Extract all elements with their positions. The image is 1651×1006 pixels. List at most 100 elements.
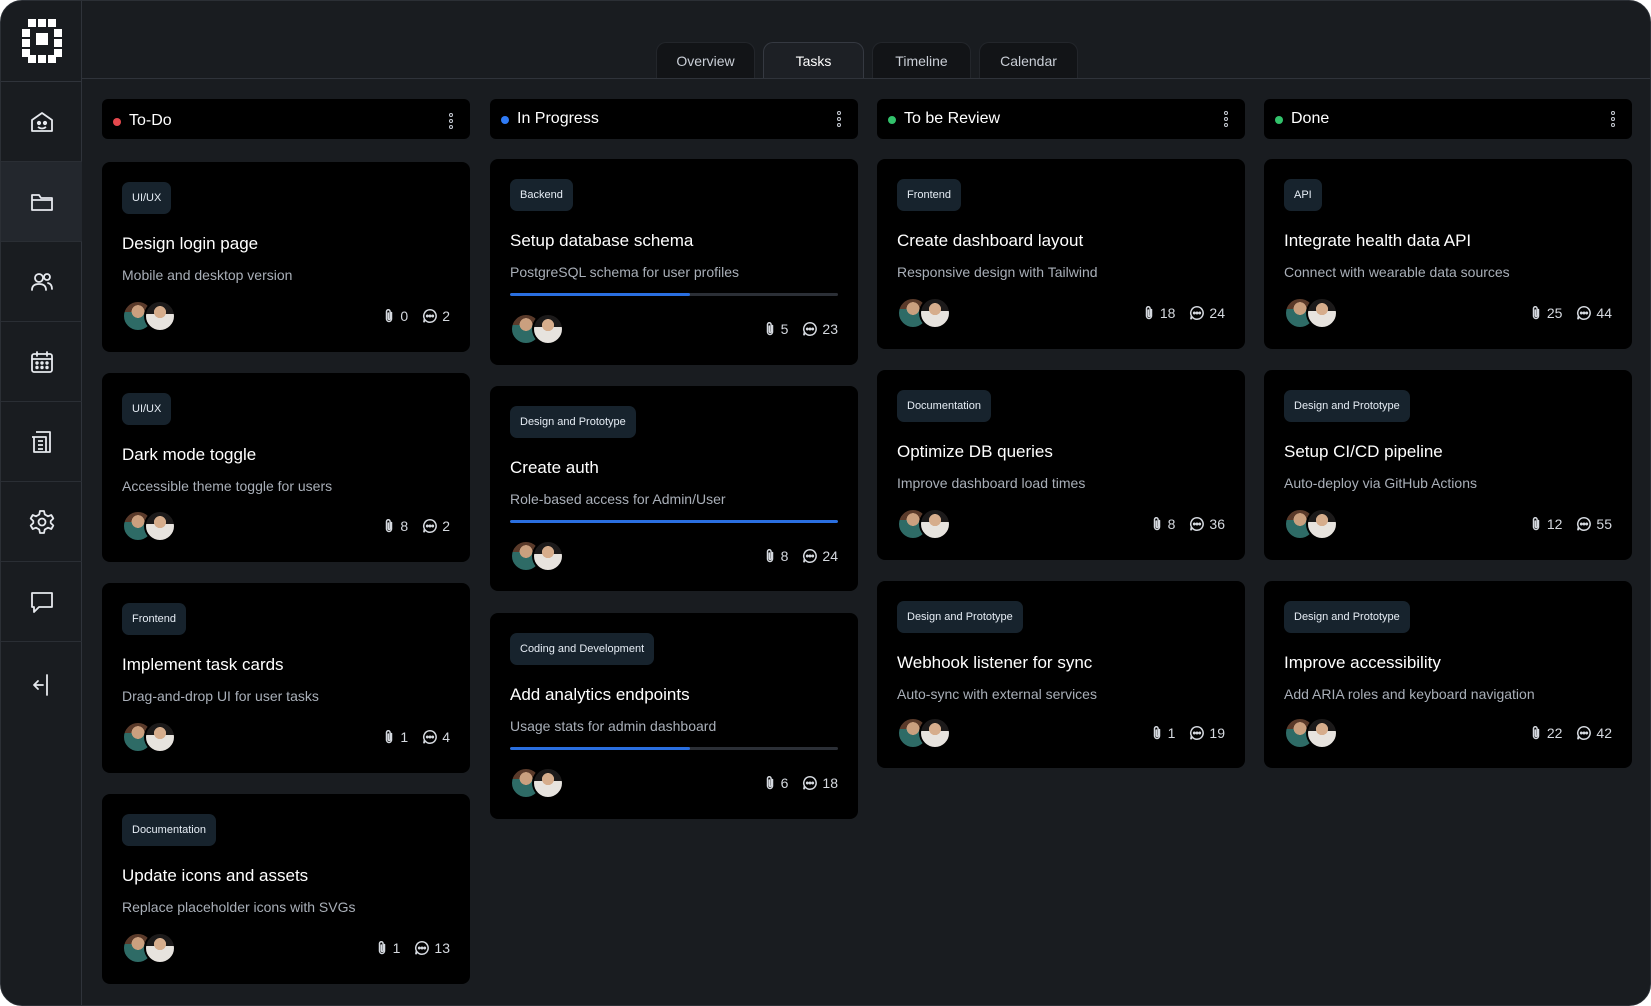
- attachment-count: 8: [780, 548, 789, 564]
- task-stats: 6 18: [763, 773, 838, 793]
- column-title: Done: [1291, 110, 1330, 127]
- task-title: Setup database schema: [510, 231, 694, 250]
- task-title: Dark mode toggle: [122, 445, 257, 464]
- column-menu-button[interactable]: [834, 108, 844, 130]
- sidebar-item-home[interactable]: [1, 82, 82, 162]
- home-icon: [30, 111, 53, 132]
- comment-count: 2: [442, 308, 450, 324]
- comment-icon: [803, 549, 818, 563]
- task-subtitle: Auto-sync with external services: [897, 686, 1097, 702]
- task-subtitle: Mobile and desktop version: [122, 267, 293, 283]
- task-card[interactable]: UI/UX Design login page Mobile and deskt…: [102, 162, 470, 352]
- task-card[interactable]: Design and Prototype Webhook listener fo…: [877, 581, 1245, 768]
- comment-count: 24: [822, 548, 838, 564]
- paperclip-icon: [766, 775, 773, 790]
- attachment-count: 12: [1546, 516, 1563, 532]
- task-tag: Design and Prototype: [1284, 390, 1410, 422]
- avatar: [919, 297, 951, 329]
- avatar: [532, 767, 564, 799]
- task-subtitle: Auto-deploy via GitHub Actions: [1284, 475, 1477, 491]
- comment-icon: [415, 941, 430, 955]
- column-menu-button[interactable]: [1221, 108, 1231, 130]
- assignees: [122, 932, 178, 964]
- tab-overview[interactable]: Overview: [656, 42, 755, 78]
- task-stats: 5 23: [763, 319, 838, 339]
- task-card[interactable]: Design and Prototype Create auth Role-ba…: [490, 386, 858, 591]
- progress-bar: [510, 747, 838, 750]
- collapse-sidebar-button[interactable]: [1, 641, 82, 729]
- avatar: [919, 508, 951, 540]
- task-title: Create auth: [510, 458, 599, 477]
- avatar: [1306, 297, 1338, 329]
- paperclip-icon: [1532, 516, 1540, 531]
- assignees: [510, 313, 566, 345]
- attachment-count: 1: [1167, 725, 1176, 741]
- assignees: [122, 510, 178, 542]
- tab-timeline[interactable]: Timeline: [872, 42, 971, 78]
- task-title: Improve accessibility: [1284, 653, 1441, 672]
- comment-count: 13: [434, 940, 450, 956]
- task-subtitle: Responsive design with Tailwind: [897, 264, 1098, 280]
- task-tag: Documentation: [897, 390, 991, 422]
- progress-fill: [510, 520, 838, 523]
- comment-icon: [1190, 726, 1205, 740]
- task-tag: Documentation: [122, 814, 216, 846]
- progress-fill: [510, 293, 691, 296]
- assignees: [1284, 297, 1340, 329]
- task-stats: 8 24: [763, 546, 838, 566]
- task-title: Update icons and assets: [122, 866, 309, 885]
- sidebar-item-documents[interactable]: [1, 402, 82, 482]
- sidebar-item-calendar[interactable]: [1, 322, 82, 402]
- task-card[interactable]: Frontend Create dashboard layout Respons…: [877, 159, 1245, 349]
- task-tag: API: [1284, 179, 1322, 211]
- comment-icon: [423, 309, 438, 323]
- assignees: [1284, 508, 1340, 540]
- task-subtitle: Drag-and-drop UI for user tasks: [122, 688, 319, 704]
- task-stats: 1 19: [1150, 723, 1225, 743]
- task-card[interactable]: API Integrate health data API Connect wi…: [1264, 159, 1632, 349]
- task-subtitle: Accessible theme toggle for users: [122, 478, 333, 494]
- column-header: To be Review: [877, 99, 1245, 139]
- comment-count: 23: [822, 321, 838, 337]
- sidebar-item-team[interactable]: [1, 242, 82, 322]
- sidebar-item-messages[interactable]: [1, 562, 82, 642]
- chat-icon: [30, 591, 53, 613]
- task-stats: 22 42: [1529, 723, 1612, 743]
- tab-calendar[interactable]: Calendar: [979, 42, 1078, 78]
- task-stats: 8 2: [382, 516, 450, 536]
- attachment-count: 5: [780, 321, 789, 337]
- column-menu-button[interactable]: [446, 110, 456, 132]
- task-card[interactable]: UI/UX Dark mode toggle Accessible theme …: [102, 373, 470, 562]
- avatar: [532, 540, 564, 572]
- task-card[interactable]: Documentation Update icons and assets Re…: [102, 794, 470, 984]
- task-card[interactable]: Backend Setup database schema PostgreSQL…: [490, 159, 858, 365]
- task-card[interactable]: Coding and Development Add analytics end…: [490, 613, 858, 819]
- attachment-count: 8: [1167, 516, 1176, 532]
- task-title: Create dashboard layout: [897, 231, 1084, 250]
- sidebar-item-projects[interactable]: [1, 162, 82, 242]
- task-tag: Frontend: [897, 179, 962, 211]
- users-icon: [30, 272, 53, 291]
- avatar: [1306, 508, 1338, 540]
- task-subtitle: Add ARIA roles and keyboard navigation: [1284, 686, 1535, 702]
- paperclip-icon: [378, 940, 385, 955]
- assignees: [897, 297, 953, 329]
- attachment-count: 22: [1546, 725, 1563, 741]
- task-card[interactable]: Documentation Optimize DB queries Improv…: [877, 370, 1245, 560]
- avatar: [144, 721, 176, 753]
- column-menu-button[interactable]: [1608, 108, 1618, 130]
- task-title: Webhook listener for sync: [897, 653, 1093, 672]
- task-tag: Design and Prototype: [1284, 601, 1410, 633]
- task-subtitle: Connect with wearable data sources: [1284, 264, 1510, 280]
- task-card[interactable]: Design and Prototype Improve accessibili…: [1264, 581, 1632, 768]
- task-card[interactable]: Frontend Implement task cards Drag-and-d…: [102, 583, 470, 773]
- paperclip-icon: [386, 729, 393, 744]
- task-card[interactable]: Design and Prototype Setup CI/CD pipelin…: [1264, 370, 1632, 560]
- tab-tasks[interactable]: Tasks: [763, 42, 864, 78]
- comment-count: 55: [1596, 516, 1612, 532]
- avatar: [919, 717, 951, 749]
- attachment-count: 8: [400, 518, 409, 534]
- column-title: To-Do: [129, 112, 172, 129]
- task-stats: 18 24: [1142, 303, 1225, 323]
- sidebar-item-settings[interactable]: [1, 482, 82, 562]
